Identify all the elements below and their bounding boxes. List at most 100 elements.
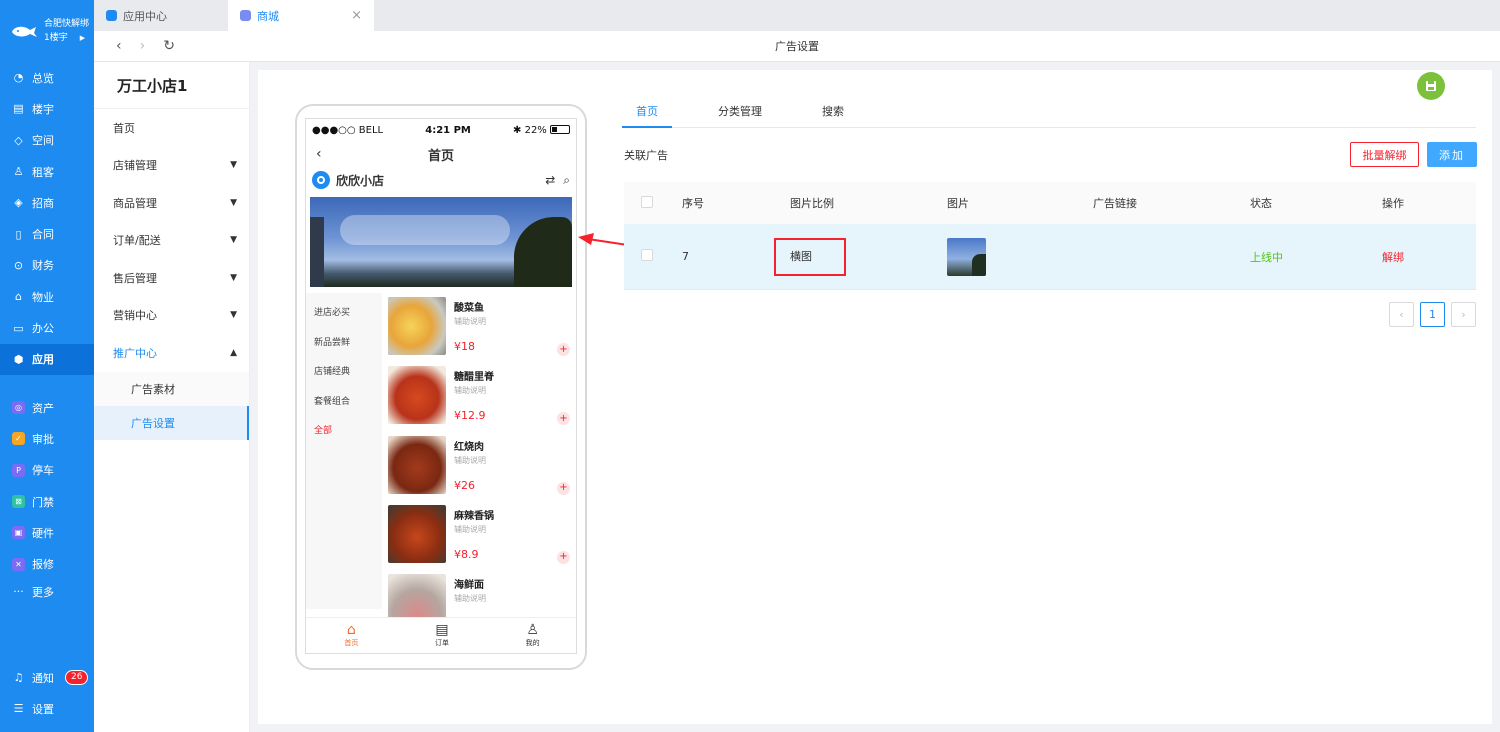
- goods-item[interactable]: 糖醋里脊 辅助说明 ¥12.9 +: [388, 362, 576, 431]
- cube-icon: ◇: [14, 133, 23, 147]
- main-sidebar: 合肥快解绑 1楼宇 ▶ ◔ 总览 ▤ 楼宇 ◇ 空间 ♙ 租客 ◈ 招商 ▯ 合同 ⊙ 财务 …: [0, 0, 94, 732]
- search-icon[interactable]: ⌕: [563, 173, 570, 188]
- category-item[interactable]: 套餐组合: [306, 394, 382, 424]
- goods-item[interactable]: 酸菜鱼 辅助说明 ¥18 +: [388, 293, 576, 362]
- add-icon[interactable]: +: [557, 343, 570, 356]
- building-icon: ▤: [13, 102, 24, 116]
- back-icon[interactable]: ‹: [316, 146, 322, 162]
- menu-item-marketing[interactable]: 营销中心 ▼: [94, 297, 249, 335]
- app-icon: ⬢: [13, 352, 24, 366]
- order-icon: ▤: [435, 622, 449, 638]
- document-icon: ▯: [15, 227, 22, 241]
- chevron-down-icon: ▼: [230, 272, 237, 283]
- tab-mall[interactable]: 商城 ×: [228, 0, 374, 31]
- tab-app-center[interactable]: 应用中心: [94, 0, 228, 31]
- next-page-button[interactable]: ›: [1451, 302, 1476, 327]
- caret-right-icon: ▶: [79, 34, 86, 42]
- menu-item-orders[interactable]: 订单/配送 ▼: [94, 222, 249, 260]
- page-title: 广告设置: [775, 40, 819, 53]
- category-item[interactable]: 进店必买: [306, 305, 382, 335]
- tab-category[interactable]: 分类管理: [704, 98, 776, 128]
- nav-item-leasing[interactable]: ◈ 招商: [0, 187, 94, 218]
- table-row: 7 横图 上线中 解绑: [624, 224, 1476, 290]
- row-checkbox[interactable]: [641, 249, 653, 261]
- nav-item-office[interactable]: ▭ 办公: [0, 312, 94, 343]
- nav-item-building[interactable]: ▤ 楼宇: [0, 93, 94, 124]
- notify-badge: 26: [65, 670, 89, 686]
- phone-tab-home[interactable]: ⌂ 首页: [306, 618, 397, 653]
- parking-icon: P: [12, 463, 25, 477]
- category-item[interactable]: 店铺经典: [306, 364, 382, 394]
- menu-sub-ad-material[interactable]: 广告素材: [94, 371, 249, 406]
- menu-item-store[interactable]: 店铺管理 ▼: [94, 147, 249, 185]
- nav-item-overview[interactable]: ◔ 总览: [0, 62, 94, 93]
- nav-item-more[interactable]: ··· 更多: [0, 580, 94, 604]
- add-icon[interactable]: +: [557, 550, 570, 564]
- nav-item-property[interactable]: ⌂ 物业: [0, 281, 94, 312]
- add-icon[interactable]: +: [557, 412, 570, 426]
- menu-item-home[interactable]: 首页: [94, 109, 249, 147]
- main-nav: ◔ 总览 ▤ 楼宇 ◇ 空间 ♙ 租客 ◈ 招商 ▯ 合同 ⊙ 财务 ⌂ 物业 ▭ 办公 ⬢ 应用: [0, 62, 94, 375]
- category-item[interactable]: 全部: [306, 423, 382, 453]
- nav-item-access[interactable]: ⊠ 门禁: [0, 486, 94, 517]
- save-icon: [1426, 81, 1436, 91]
- col-action: 操作: [1382, 197, 1404, 210]
- page-number[interactable]: 1: [1420, 302, 1445, 327]
- nav-item-contract[interactable]: ▯ 合同: [0, 218, 94, 249]
- back-icon[interactable]: ‹: [116, 38, 122, 54]
- nav-item-apps[interactable]: ⬢ 应用: [0, 343, 94, 375]
- chevron-down-icon: ▼: [230, 310, 237, 321]
- money-icon: ⊙: [13, 258, 24, 272]
- switch-icon[interactable]: ⇄: [545, 173, 555, 188]
- select-all-checkbox[interactable]: [641, 195, 653, 208]
- goods-image: [388, 504, 446, 563]
- close-icon[interactable]: ×: [351, 8, 362, 23]
- goods-item[interactable]: 红烧肉 辅助说明 ¥26 +: [388, 432, 576, 501]
- nav-item-settings[interactable]: ☰ 设置: [0, 693, 94, 724]
- banner-image: [310, 197, 572, 287]
- phone-tab-mine[interactable]: ♙ 我的: [487, 618, 576, 653]
- goods-item[interactable]: 麻辣香锅 辅助说明 ¥8.9 +: [388, 501, 576, 570]
- app-nav: ◎ 资产 ✓ 审批 P 停车 ⊠ 门禁 ▣ 硬件 ✕ 报修 ··· 更多: [0, 392, 94, 604]
- nav-item-hardware[interactable]: ▣ 硬件: [0, 517, 94, 548]
- category-item[interactable]: 新品尝鲜: [306, 335, 382, 365]
- phone-nav-title: 首页: [427, 148, 454, 164]
- nav-item-finance[interactable]: ⊙ 财务: [0, 250, 94, 281]
- nav-item-space[interactable]: ◇ 空间: [0, 125, 94, 156]
- menu-item-promotion[interactable]: 推广中心 ▲: [94, 334, 249, 372]
- nav-item-parking[interactable]: P 停车: [0, 455, 94, 486]
- bell-icon: ♫: [13, 671, 24, 685]
- save-button[interactable]: [1417, 72, 1445, 100]
- nav-item-approval[interactable]: ✓ 审批: [0, 423, 94, 454]
- prev-page-button[interactable]: ‹: [1389, 302, 1414, 327]
- ad-thumbnail[interactable]: [947, 237, 986, 276]
- monitor-icon: ▭: [13, 321, 24, 335]
- brand[interactable]: 合肥快解绑 1楼宇 ▶: [0, 0, 94, 62]
- add-icon[interactable]: +: [557, 481, 570, 495]
- clock-label: 4:21 PM: [425, 124, 471, 136]
- status-badge: 上线中: [1250, 250, 1283, 264]
- phone-status-bar: ●●●○○ BELL 4:21 PM ✱ 22%: [306, 119, 576, 141]
- add-button[interactable]: 添加: [1427, 142, 1477, 167]
- nav-item-repair[interactable]: ✕ 报修: [0, 548, 94, 579]
- nav-item-tenants[interactable]: ♙ 租客: [0, 156, 94, 187]
- ads-table: 序号 图片比例 图片 广告链接 状态 操作 7 横图 上线中 解绑: [624, 182, 1476, 290]
- phone-nav-bar: ‹ 首页: [306, 141, 576, 167]
- bottom-nav: ♫ 通知 26 ☰ 设置: [0, 662, 94, 725]
- menu-sub-ad-settings[interactable]: 广告设置: [94, 405, 249, 440]
- tab-search[interactable]: 搜索: [808, 98, 858, 128]
- linked-ads-label: 关联广告: [624, 149, 668, 162]
- forward-icon[interactable]: ›: [140, 38, 146, 54]
- menu-item-goods[interactable]: 商品管理 ▼: [94, 184, 249, 222]
- phone-tab-orders[interactable]: ▤ 订单: [397, 618, 488, 653]
- goods-image: [388, 435, 446, 494]
- batch-unbind-button[interactable]: 批量解绑: [1350, 142, 1419, 167]
- nav-item-notify[interactable]: ♫ 通知 26: [0, 662, 94, 693]
- battery-label: 22%: [524, 124, 547, 136]
- nav-item-assets[interactable]: ◎ 资产: [0, 392, 94, 423]
- menu-item-aftersale[interactable]: 售后管理 ▼: [94, 259, 249, 297]
- brand-name: 合肥快解绑: [44, 19, 90, 29]
- tab-home[interactable]: 首页: [622, 98, 672, 128]
- unbind-link[interactable]: 解绑: [1382, 249, 1476, 265]
- refresh-icon[interactable]: ↻: [163, 38, 175, 54]
